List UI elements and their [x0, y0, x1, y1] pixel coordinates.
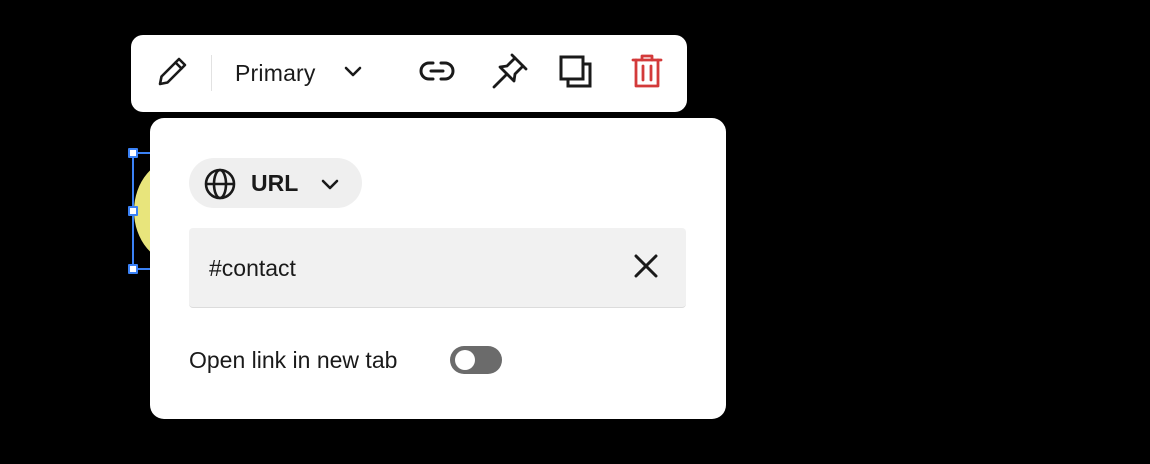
new-tab-row: Open link in new tab — [189, 343, 502, 377]
variant-select[interactable]: Primary — [235, 35, 364, 112]
url-field — [189, 228, 686, 308]
resize-handle-middle-left[interactable] — [128, 206, 138, 216]
resize-handle-bottom-left[interactable] — [128, 264, 138, 274]
toggle-knob — [455, 350, 475, 370]
duplicate-icon — [555, 51, 595, 96]
chevron-down-icon — [319, 173, 341, 200]
pin-button[interactable] — [487, 35, 533, 112]
clear-url-button[interactable] — [630, 252, 662, 284]
link-type-label: URL — [251, 170, 299, 196]
url-input[interactable] — [209, 250, 609, 286]
close-icon — [632, 252, 660, 285]
new-tab-label: Open link in new tab — [189, 346, 398, 373]
resize-handle-top-left[interactable] — [128, 148, 138, 158]
link-type-select[interactable]: URL — [189, 158, 362, 208]
link-popover: URL Open link in new tab — [150, 118, 726, 419]
variant-label: Primary — [235, 60, 316, 86]
chevron-down-icon — [342, 60, 364, 87]
element-toolbar: Primary — [131, 35, 687, 112]
pencil-icon — [155, 53, 191, 94]
trash-icon — [629, 52, 665, 95]
globe-icon — [203, 167, 237, 206]
link-button[interactable] — [414, 35, 460, 112]
toolbar-divider — [211, 55, 212, 91]
edit-button[interactable] — [151, 35, 195, 112]
canvas: Primary URL #contact Open link in new ta… — [0, 0, 1150, 464]
new-tab-toggle[interactable] — [450, 346, 502, 374]
delete-button[interactable] — [625, 35, 669, 112]
duplicate-button[interactable] — [553, 35, 597, 112]
link-icon — [417, 51, 457, 96]
pin-icon — [490, 51, 530, 96]
